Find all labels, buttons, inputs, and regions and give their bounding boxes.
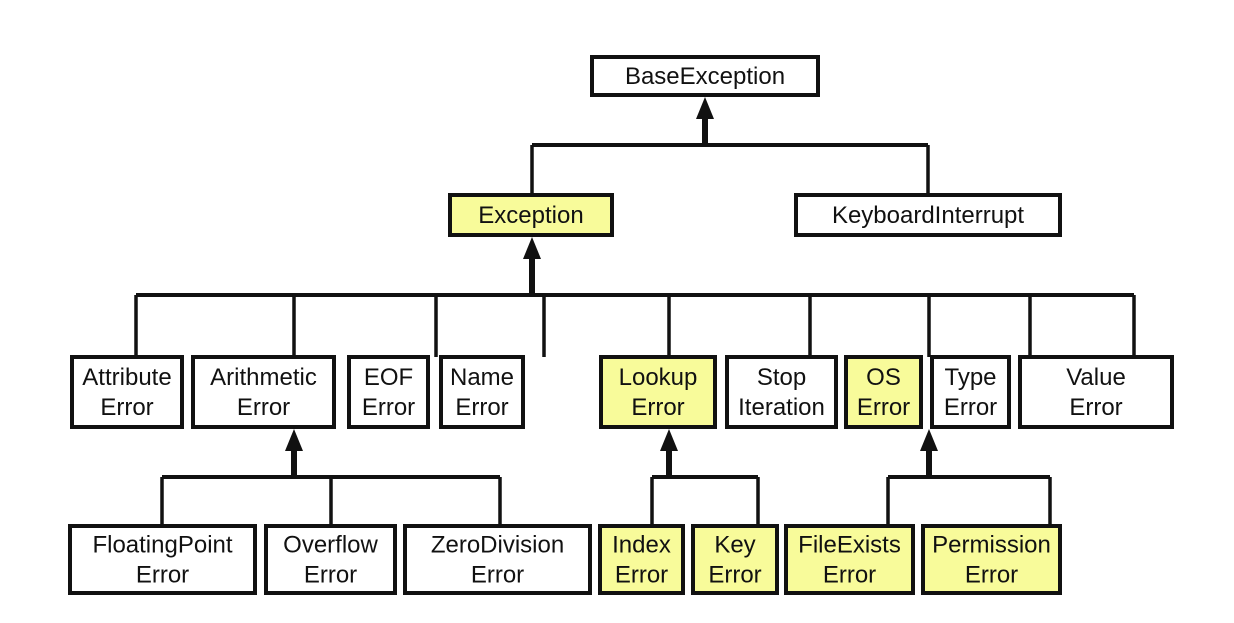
node-floating: FloatingPoint Error (68, 524, 257, 595)
node-name: Name Error (439, 355, 525, 429)
node-zerodiv: ZeroDivision Error (403, 524, 592, 595)
node-key: Key Error (691, 524, 779, 595)
node-label: ZeroDivision (431, 532, 564, 559)
node-label: Error (965, 562, 1018, 589)
node-label: Stop (757, 364, 806, 391)
node-label: Value (1066, 364, 1126, 391)
node-type: Type Error (930, 355, 1011, 429)
node-base: BaseException (590, 55, 820, 97)
node-overflow: Overflow Error (264, 524, 397, 595)
node-label: Overflow (283, 532, 378, 559)
node-label: Error (237, 394, 290, 421)
node-label: Error (136, 562, 189, 589)
node-label: Error (944, 394, 997, 421)
node-label: Error (304, 562, 357, 589)
node-label: BaseException (625, 63, 785, 90)
node-fileexists: FileExists Error (784, 524, 915, 595)
node-label: Iteration (738, 394, 825, 421)
node-label: Index (612, 532, 671, 559)
arrowhead-icon (660, 429, 678, 451)
node-label: Error (1069, 394, 1122, 421)
node-stop: Stop Iteration (725, 355, 838, 429)
node-exception: Exception (448, 193, 614, 237)
exception-hierarchy-diagram: BaseException Exception KeyboardInterrupt A… (68, 55, 1174, 595)
node-label: Type (944, 364, 996, 391)
arrowhead-icon (523, 237, 541, 259)
node-label: Error (857, 394, 910, 421)
node-label: KeyboardInterrupt (832, 202, 1024, 229)
node-label: Error (362, 394, 415, 421)
node-label: Name (450, 364, 514, 391)
node-eof: EOF Error (347, 355, 430, 429)
node-label: Permission (932, 532, 1051, 559)
node-attribute: Attribute Error (70, 355, 184, 429)
arrowhead-icon (696, 97, 714, 119)
node-label: Error (631, 394, 684, 421)
node-label: OS (866, 364, 901, 391)
node-label: Exception (478, 202, 583, 229)
node-value: Value Error (1018, 355, 1174, 429)
node-label: Error (471, 562, 524, 589)
node-label: FileExists (798, 532, 901, 559)
arrowhead-icon (920, 429, 938, 451)
node-os: OS Error (844, 355, 923, 429)
node-index: Index Error (598, 524, 685, 595)
node-label: Key (714, 532, 755, 559)
node-lookup: Lookup Error (599, 355, 717, 429)
node-keyboard: KeyboardInterrupt (794, 193, 1062, 237)
node-label: EOF (364, 364, 413, 391)
node-label: Error (455, 394, 508, 421)
node-label: Attribute (82, 364, 171, 391)
arrowhead-icon (285, 429, 303, 451)
node-permission: Permission Error (921, 524, 1062, 595)
node-label: Lookup (619, 364, 698, 391)
node-label: Arithmetic (210, 364, 317, 391)
node-label: Error (100, 394, 153, 421)
node-label: Error (708, 562, 761, 589)
node-label: Error (615, 562, 668, 589)
node-label: Error (823, 562, 876, 589)
node-label: FloatingPoint (92, 532, 232, 559)
node-arithmetic: Arithmetic Error (191, 355, 336, 429)
